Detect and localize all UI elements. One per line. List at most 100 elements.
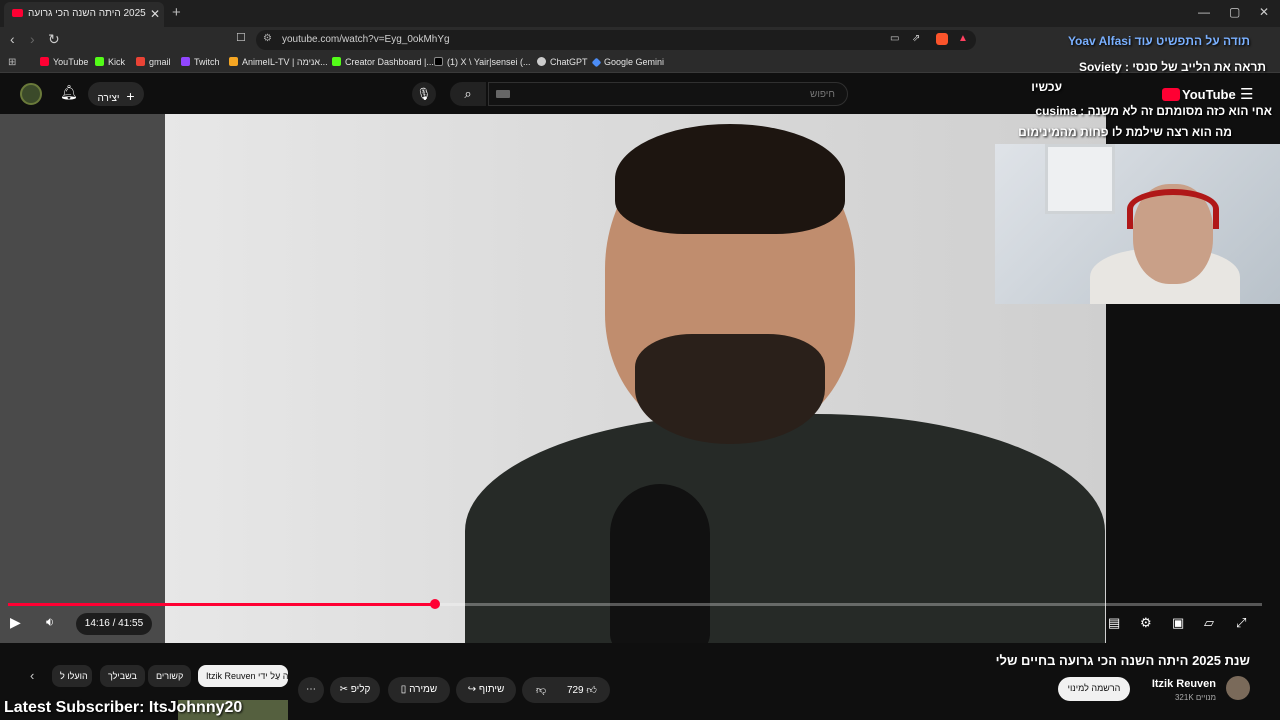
animeil-icon	[229, 57, 238, 66]
subtitles-icon[interactable]: ▤	[1108, 615, 1120, 631]
url-text: youtube.com/watch?v=Eyg_0okMhYg	[282, 34, 450, 45]
browser-tab-bar: שנת 2025 היתה השנה הכי גרועה ✕ + — ▢ ✕	[0, 0, 1280, 27]
cast-icon[interactable]: ▱	[1204, 615, 1214, 631]
bookmark-kick[interactable]: Kick	[95, 57, 125, 67]
share-icon[interactable]: ⇗	[912, 33, 920, 44]
more-actions-button[interactable]: ⋯	[298, 677, 324, 703]
search-button[interactable]: ⌕	[450, 82, 486, 106]
chip-related[interactable]: קשורים	[148, 665, 192, 687]
streamer-webcam-overlay	[995, 144, 1280, 304]
save-button[interactable]: ▯ שמירה	[388, 677, 450, 703]
tab-close-icon[interactable]: ✕	[150, 7, 160, 21]
create-label: יצירה	[97, 93, 120, 104]
like-count: 729	[566, 685, 584, 696]
kick-icon	[332, 57, 341, 66]
chat-line: אחי הוא כזה מסומתם זה לא משנה : cusima	[1035, 104, 1272, 118]
progress-scrubber-handle[interactable]	[429, 599, 440, 609]
fullscreen-icon[interactable]: ⤢	[1236, 615, 1246, 631]
reload-icon[interactable]: ↻	[48, 31, 60, 48]
twitch-icon	[181, 57, 190, 66]
create-button[interactable]: יצירה +	[88, 82, 144, 106]
bookmark-animeil[interactable]: AnimeIL-TV | אנימה...	[229, 57, 328, 67]
chatgpt-icon	[537, 57, 546, 66]
youtube-favicon-icon	[12, 9, 23, 17]
miniplayer-icon[interactable]: ▣	[1172, 615, 1184, 631]
play-icon[interactable]: ▶	[10, 614, 32, 634]
video-player[interactable]	[0, 114, 1106, 643]
time-display: 14:16 / 41:55	[76, 613, 152, 635]
channel-avatar[interactable]	[1226, 676, 1250, 700]
cast-icon[interactable]: ▭	[890, 33, 899, 44]
chips-scroll-left-icon[interactable]: ‹	[30, 668, 34, 683]
volume-icon[interactable]: 🔉︎	[46, 614, 54, 630]
chip-channel[interactable]: Itzik Reuven ה עַל ידי	[198, 665, 288, 687]
site-info-icon[interactable]: ⚙	[263, 33, 272, 44]
x-icon	[434, 57, 443, 66]
clip-button[interactable]: ✂ קליפ	[330, 677, 380, 703]
chat-line: תראה את הלייב של סנסי : Soviety	[1078, 60, 1266, 74]
back-icon[interactable]: ‹	[10, 31, 15, 47]
account-avatar[interactable]	[20, 83, 42, 105]
apps-grid-icon[interactable]: ⊞	[8, 57, 16, 68]
webcam-headphones	[1127, 189, 1219, 229]
brave-rewards-icon[interactable]: ▲	[958, 33, 968, 44]
notifications-bell-icon[interactable]: 🔔︎	[60, 84, 78, 101]
url-field[interactable]: ⚙ youtube.com/watch?v=Eyg_0okMhYg ▭ ⇗ ▲	[256, 30, 976, 50]
video-title: שנת 2025 היתה השנה הכי גרועה בחיים שלי	[995, 653, 1250, 668]
forward-icon[interactable]: ›	[30, 31, 35, 47]
bookmark-creator-dashboard[interactable]: Creator Dashboard |...	[332, 57, 434, 67]
progress-bar[interactable]	[8, 599, 1262, 609]
video-person-body	[465, 414, 1105, 643]
gemini-icon	[591, 57, 602, 68]
bookmark-icon[interactable]: ☐	[236, 31, 246, 44]
new-tab-button[interactable]: +	[172, 4, 181, 21]
bookmark-gemini[interactable]: Google Gemini	[591, 57, 664, 68]
progress-fill	[8, 603, 435, 606]
bookmark-chatgpt[interactable]: ChatGPT	[537, 57, 588, 67]
bookmark-twitch[interactable]: Twitch	[181, 57, 220, 67]
tab-title: שנת 2025 היתה השנה הכי גרועה	[28, 8, 146, 19]
dislike-icon[interactable]: 👎︎	[536, 685, 546, 696]
video-frame	[165, 114, 1106, 643]
share-arrow-icon: ↪	[467, 684, 477, 695]
plus-icon: +	[126, 88, 135, 104]
subscribe-button[interactable]: הרשמה למינוי	[1058, 677, 1130, 701]
youtube-logo[interactable]: YouTube	[1162, 87, 1236, 102]
chat-line: תודה על התפשיט עוד Yoav Alfasi	[1067, 34, 1250, 48]
chip-for-you[interactable]: בשבילך	[100, 665, 145, 687]
youtube-icon	[40, 57, 49, 66]
webcam-window	[1045, 144, 1115, 214]
brave-shield-icon[interactable]	[936, 33, 948, 45]
voice-search-mic-icon[interactable]: 🎙︎	[412, 82, 436, 106]
chip-uploaded[interactable]: הועלו ל	[52, 665, 92, 687]
channel-subscriber-count: 321K מנויים	[1174, 693, 1216, 702]
bookmark-x[interactable]: (1) X \ Yair|sensei (...	[434, 57, 531, 67]
search-input[interactable]	[488, 82, 848, 106]
bookmark-gmail[interactable]: gmail	[136, 57, 171, 67]
like-dislike-group: 👎︎ 729 👍︎	[522, 677, 610, 703]
latest-subscriber-overlay: Latest Subscriber: ItsJohnny20	[4, 699, 243, 716]
video-microphone	[610, 484, 710, 643]
share-button[interactable]: ↪ שיתוף	[456, 677, 516, 703]
chat-line: מה הוא רצה שילמת לו פחות מהמינימום	[1018, 125, 1232, 139]
minimize-button[interactable]: —	[1198, 5, 1210, 19]
search-icon: ⌕	[464, 86, 472, 101]
save-label: שמירה	[409, 684, 438, 695]
browser-tab[interactable]: שנת 2025 היתה השנה הכי גרועה ✕	[4, 2, 164, 27]
keyboard-icon[interactable]	[496, 90, 510, 98]
video-person-beard	[635, 334, 825, 444]
channel-name[interactable]: Itzik Reuven	[1152, 678, 1216, 690]
like-icon[interactable]: 👍︎	[586, 685, 596, 696]
settings-gear-icon[interactable]: ⚙	[1140, 615, 1152, 631]
hamburger-menu-icon[interactable]: ☰	[1240, 85, 1253, 103]
video-person-hair	[615, 124, 845, 234]
kick-icon	[95, 57, 104, 66]
youtube-play-logo-icon	[1162, 88, 1180, 101]
chat-line: עכשיו	[1031, 80, 1062, 94]
share-label: שיתוף	[478, 684, 505, 695]
bookmark-youtube[interactable]: YouTube	[40, 57, 88, 67]
gmail-icon	[136, 57, 145, 66]
close-window-button[interactable]: ✕	[1259, 5, 1269, 19]
clip-label: קליפ	[350, 684, 371, 695]
maximize-button[interactable]: ▢	[1229, 5, 1240, 19]
